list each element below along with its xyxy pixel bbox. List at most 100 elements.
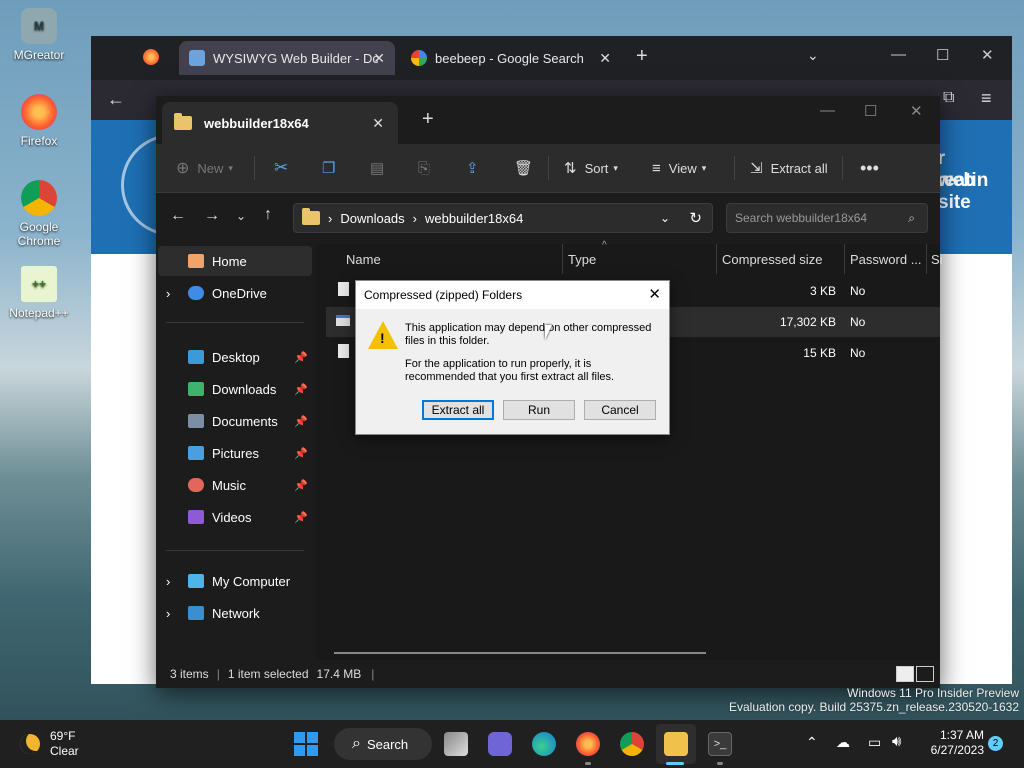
nav-item-music[interactable]: Music 📌 [156,470,312,500]
task-view-icon[interactable] [444,732,468,756]
minimize-icon[interactable]: — [820,102,835,119]
details-view-icon[interactable] [896,666,914,682]
pin-icon[interactable]: 📌 [294,415,308,428]
close-tab-icon[interactable]: ✕ [372,115,384,132]
nav-item-network[interactable]: › Network [156,598,312,628]
chevron-down-icon[interactable]: ⌄ [660,211,670,225]
address-bar[interactable]: › Downloads › webbuilder18x64 ⌄ ↻ [293,203,713,233]
search-input[interactable]: Search webbuilder18x64 ⌕ [726,203,928,233]
tiles-view-icon[interactable] [916,666,934,682]
dialog-title-bar: Compressed (zipped) Folders ✕ [356,281,669,309]
firefox-icon[interactable] [576,732,600,756]
address-bar-row: ← → ⌄ ↑ › Downloads › webbuilder18x64 ⌄ … [156,193,940,245]
pin-icon[interactable]: 📌 [294,447,308,460]
home-icon [188,254,204,268]
column-header-name[interactable]: Name [346,244,551,274]
browser-tab-google[interactable]: beebeep - Google Search ✕ [401,41,621,75]
desktop-icon-notepadpp[interactable]: ++ Notepad++ [4,266,74,320]
pin-icon[interactable]: 📌 [294,479,308,492]
column-header-size[interactable]: Si [926,244,945,274]
delete-button[interactable]: 🗑 [514,156,533,180]
nav-item-desktop[interactable]: Desktop 📌 [156,342,312,372]
desktop-icon-firefox[interactable]: Firefox [4,94,74,148]
trash-icon: 🗑 [514,160,534,177]
more-options-button[interactable]: ••• [860,156,879,180]
browser-tab-wysiwyg[interactable]: WYSIWYG Web Builder - Down ✕ [179,41,395,75]
tab-list-chevron-icon[interactable]: ⌄ [807,47,819,64]
firefox-view-icon[interactable] [143,49,159,65]
pin-icon[interactable]: 📌 [294,351,308,364]
column-header-compressed-size[interactable]: Compressed size [716,244,848,274]
mouse-pointer-icon [545,325,552,340]
nav-item-pictures[interactable]: Pictures 📌 [156,438,312,468]
file-explorer-icon[interactable] [664,732,688,756]
close-icon[interactable]: ✕ [910,102,923,120]
close-tab-icon[interactable]: ✕ [599,50,611,67]
desktop-icon-chrome[interactable]: Google Chrome [4,180,74,248]
new-button[interactable]: ⊕ New ▾ [176,156,233,180]
column-header-password[interactable]: Password ... [844,244,930,274]
expand-chevron-icon[interactable]: › [166,286,188,301]
teams-chat-icon[interactable] [488,732,512,756]
windows-logo-icon [294,745,305,756]
nav-item-videos[interactable]: Videos 📌 [156,502,312,532]
edge-icon[interactable] [532,732,556,756]
run-button[interactable]: Run [503,400,575,420]
forward-arrow-icon[interactable]: → [204,207,220,225]
rename-button[interactable]: ⎘ [418,156,430,180]
refresh-icon[interactable]: ↻ [689,209,702,227]
extensions-icon[interactable]: ⧉ [943,89,954,107]
extract-all-button[interactable]: Extract all [422,400,494,420]
back-arrow-icon[interactable]: ← [170,207,186,225]
desktop-icon-mgreator[interactable]: M MGreator [4,8,74,62]
up-arrow-icon[interactable]: ↑ [264,206,272,224]
back-arrow-icon[interactable]: ← [107,89,125,110]
chevron-up-icon[interactable]: ⌃ [806,734,818,751]
horizontal-scrollbar[interactable] [334,652,706,654]
terminal-icon[interactable]: >_ [708,732,732,756]
nav-label: Desktop [212,349,260,365]
volume-icon[interactable]: 🔊︎ [892,733,901,750]
network-icon[interactable]: ▭ [868,734,881,751]
copy-button[interactable]: ❐ [322,156,335,180]
pin-icon[interactable]: 📌 [294,511,308,524]
breadcrumb-current[interactable]: webbuilder18x64 [425,211,523,226]
expand-chevron-icon[interactable]: › [166,606,188,621]
share-button[interactable]: ⇪ [466,156,479,180]
menu-icon[interactable]: ≡ [981,88,992,109]
recent-chevron-icon[interactable]: ⌄ [236,209,246,223]
pin-icon[interactable]: 📌 [294,383,308,396]
expand-chevron-icon[interactable]: › [166,574,188,589]
nav-item-my-computer[interactable]: › My Computer [156,566,312,596]
nav-item-onedrive[interactable]: › OneDrive [156,278,312,308]
column-header-type[interactable]: Type [562,244,718,274]
nav-item-documents[interactable]: Documents 📌 [156,406,312,436]
nav-item-home[interactable]: Home [158,246,312,276]
notification-badge[interactable]: 2 [988,736,1003,751]
minimize-icon[interactable]: — [891,46,906,63]
maximize-icon[interactable]: ☐ [936,46,949,64]
close-tab-icon[interactable]: ✕ [373,50,385,67]
close-icon[interactable]: ✕ [981,46,994,64]
breadcrumb-downloads[interactable]: Downloads [340,211,404,226]
new-tab-icon[interactable]: + [422,108,434,131]
paste-button[interactable]: ▤ [370,156,384,180]
maximize-icon[interactable]: ☐ [864,102,877,120]
sort-button[interactable]: ⇅ Sort ▾ [564,156,618,180]
view-label: View [668,160,697,176]
chevron-down-icon: ▾ [613,162,618,173]
cloud-sync-icon[interactable]: ☁ [836,734,850,751]
close-icon[interactable]: ✕ [648,285,661,303]
cancel-button[interactable]: Cancel [584,400,656,420]
nav-item-downloads[interactable]: Downloads 📌 [156,374,312,404]
weather-widget[interactable]: 69°F Clear [18,728,108,762]
taskbar-search[interactable]: ⌕ Search [334,728,432,760]
chrome-icon[interactable] [620,732,644,756]
new-tab-icon[interactable]: + [636,45,648,68]
start-button[interactable] [294,732,318,756]
extract-all-button[interactable]: ⇲ Extract all [750,156,828,180]
clock[interactable]: 1:37 AM 6/27/2023 [922,728,984,758]
explorer-tab[interactable]: webbuilder18x64 ✕ [162,102,398,144]
view-button[interactable]: ≡ View ▾ [652,156,706,180]
cut-button[interactable]: ✂ [274,156,288,180]
